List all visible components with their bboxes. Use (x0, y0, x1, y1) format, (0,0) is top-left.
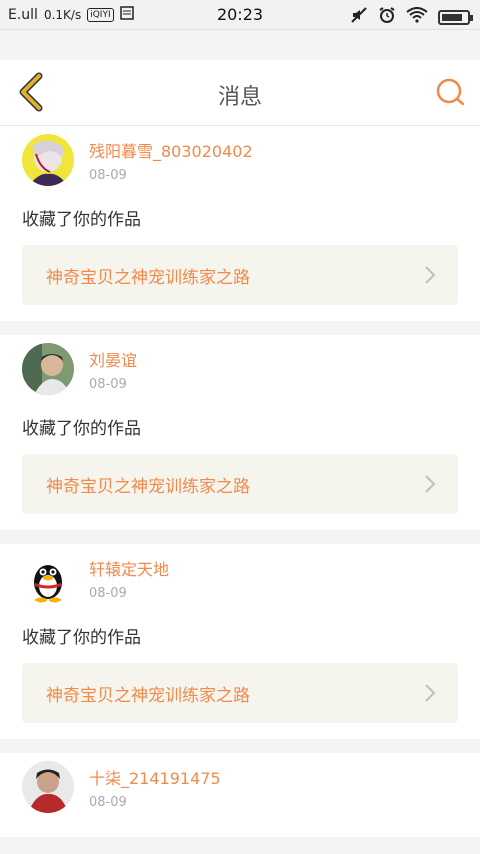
app-header: 消息 (0, 60, 480, 126)
battery-icon (438, 9, 473, 25)
message-action: 收藏了你的作品 (22, 628, 141, 648)
avatar[interactable] (22, 761, 74, 813)
qq-penguin-avatar[interactable] (22, 552, 74, 604)
work-title: 神奇宝贝之神宠训练家之路 (46, 267, 250, 288)
message-date: 08-09 (89, 377, 127, 392)
message-card: 轩辕定天地 08-09 收藏了你的作品 神奇宝贝之神宠训练家之路 (0, 544, 480, 739)
chevron-right-icon (425, 684, 436, 702)
status-bar: E.ull 0.1K/s iQIYI 20:23 (0, 0, 480, 30)
message-date: 08-09 (89, 795, 127, 810)
mute-icon (350, 6, 368, 28)
work-title: 神奇宝贝之神宠训练家之路 (46, 476, 250, 497)
chevron-right-icon (425, 475, 436, 493)
search-icon (436, 78, 465, 106)
work-link[interactable]: 神奇宝贝之神宠训练家之路 (22, 663, 458, 723)
alarm-icon (378, 6, 396, 28)
page-title: 消息 (217, 85, 262, 110)
search-button[interactable] (432, 74, 468, 110)
avatar[interactable] (22, 343, 74, 395)
message-date: 08-09 (89, 168, 127, 183)
message-action: 收藏了你的作品 (22, 419, 141, 439)
status-right (350, 6, 473, 28)
message-date: 08-09 (89, 586, 127, 601)
chevron-right-icon (425, 266, 436, 284)
message-card: 十柒_214191475 08-09 (0, 753, 480, 837)
message-list: 残阳暮雪_803020402 08-09 收藏了你的作品 神奇宝贝之神宠训练家之… (0, 126, 480, 851)
message-action: 收藏了你的作品 (22, 210, 141, 230)
username[interactable]: 十柒_214191475 (89, 765, 221, 789)
message-card: 残阳暮雪_803020402 08-09 收藏了你的作品 神奇宝贝之神宠训练家之… (0, 126, 480, 321)
work-title: 神奇宝贝之神宠训练家之路 (46, 685, 250, 706)
work-link[interactable]: 神奇宝贝之神宠训练家之路 (22, 245, 458, 305)
username[interactable]: 残阳暮雪_803020402 (89, 138, 253, 162)
wifi-icon (406, 7, 428, 27)
username[interactable]: 刘晏谊 (89, 347, 137, 371)
message-card: 刘晏谊 08-09 收藏了你的作品 神奇宝贝之神宠训练家之路 (0, 335, 480, 530)
avatar[interactable] (22, 134, 74, 186)
username[interactable]: 轩辕定天地 (89, 556, 169, 580)
work-link[interactable]: 神奇宝贝之神宠训练家之路 (22, 454, 458, 514)
